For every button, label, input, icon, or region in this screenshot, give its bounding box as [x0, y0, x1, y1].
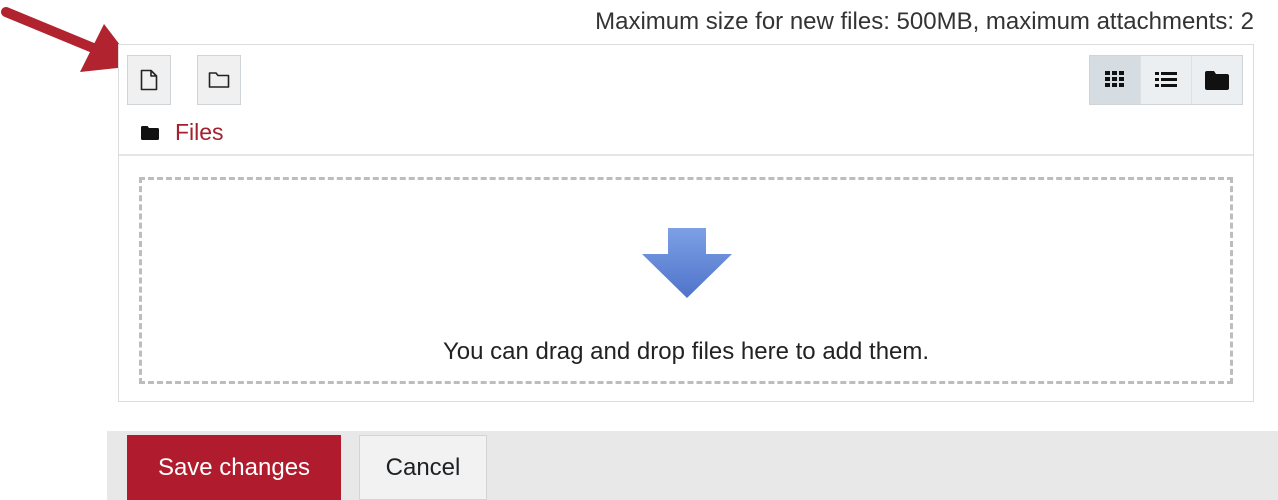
dropzone[interactable]: You can drag and drop files here to add … — [139, 177, 1233, 384]
file-manager: Files You can drag and drop files here t… — [118, 44, 1254, 402]
tree-view-button[interactable] — [1191, 56, 1242, 104]
list-icon — [1155, 72, 1177, 87]
divider — [119, 154, 1253, 156]
cancel-button[interactable]: Cancel — [359, 435, 487, 500]
folder-outline-icon — [208, 72, 230, 88]
form-footer: Save changes Cancel — [107, 431, 1278, 500]
breadcrumb: Files — [141, 119, 224, 146]
list-view-button[interactable] — [1140, 56, 1191, 104]
add-file-button[interactable] — [127, 55, 171, 105]
file-icon — [140, 69, 158, 91]
grid-view-button[interactable] — [1090, 56, 1140, 104]
path-files-link[interactable]: Files — [175, 119, 224, 146]
file-limits-text: Maximum size for new files: 500MB, maxim… — [595, 8, 1254, 35]
folder-solid-icon — [1205, 71, 1229, 90]
save-changes-button[interactable]: Save changes — [127, 435, 341, 500]
dropzone-text: You can drag and drop files here to add … — [442, 338, 930, 365]
view-switcher — [1089, 55, 1243, 105]
down-arrow-icon — [642, 228, 732, 298]
create-folder-button[interactable] — [197, 55, 241, 105]
grid-icon — [1105, 71, 1124, 87]
folder-solid-icon — [141, 126, 159, 140]
